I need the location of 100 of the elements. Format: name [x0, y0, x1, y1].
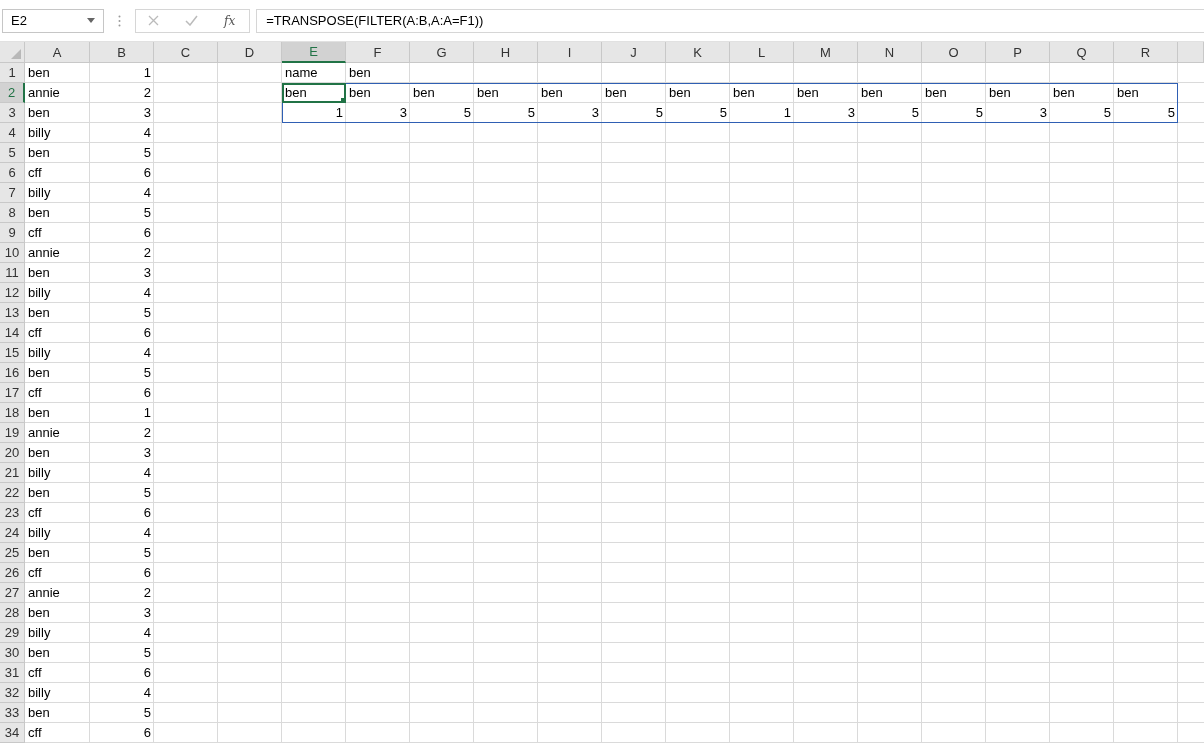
column-header[interactable]: A — [25, 42, 90, 63]
drag-handle-icon — [118, 14, 121, 27]
cell-value: 6 — [142, 224, 152, 242]
row-header[interactable]: 20 — [0, 443, 25, 463]
row-header[interactable]: 31 — [0, 663, 25, 683]
row-header[interactable]: 16 — [0, 363, 25, 383]
row-header[interactable]: 22 — [0, 483, 25, 503]
column-header[interactable]: B — [90, 42, 154, 63]
row-header[interactable]: 9 — [0, 223, 25, 243]
column-header[interactable]: C — [154, 42, 218, 63]
column-header[interactable]: M — [794, 42, 858, 63]
row-header[interactable]: 3 — [0, 103, 25, 123]
cell-value: 4 — [142, 684, 152, 702]
cell-value: ben — [27, 304, 51, 322]
column-header[interactable]: J — [602, 42, 666, 63]
row-header[interactable]: 34 — [0, 723, 25, 743]
column-header[interactable]: G — [410, 42, 474, 63]
cell-value: billy — [27, 624, 52, 642]
cell-value: 6 — [142, 164, 152, 182]
cancel-icon[interactable] — [148, 15, 159, 26]
fill-handle[interactable] — [341, 98, 346, 103]
row-header[interactable]: 8 — [0, 203, 25, 223]
cell-value: 3 — [538, 103, 602, 123]
row-header[interactable]: 26 — [0, 563, 25, 583]
row-header[interactable]: 11 — [0, 263, 25, 283]
row-header[interactable]: 28 — [0, 603, 25, 623]
cell-value: 3 — [142, 264, 152, 282]
row-header[interactable]: 15 — [0, 343, 25, 363]
cell-value: 6 — [142, 724, 152, 742]
row-header[interactable]: 1 — [0, 63, 25, 83]
cell-value: 4 — [142, 344, 152, 362]
row-header[interactable]: 10 — [0, 243, 25, 263]
cell-value: 4 — [142, 124, 152, 142]
insert-function-button[interactable]: fx — [224, 13, 236, 28]
select-all-button[interactable] — [0, 42, 25, 63]
cell-value: 3 — [142, 604, 152, 622]
row-header[interactable]: 17 — [0, 383, 25, 403]
column-header[interactable]: R — [1114, 42, 1178, 63]
cell-value: 5 — [142, 204, 152, 222]
row-header[interactable]: 24 — [0, 523, 25, 543]
cell-value: billy — [27, 684, 52, 702]
row-header[interactable]: 18 — [0, 403, 25, 423]
row-header[interactable]: 30 — [0, 643, 25, 663]
row-header[interactable]: 19 — [0, 423, 25, 443]
cell-value: ben — [27, 404, 51, 422]
active-cell[interactable]: ben — [282, 83, 346, 103]
column-header[interactable]: E — [282, 42, 346, 63]
cell-value: 2 — [142, 244, 152, 262]
column-header[interactable]: O — [922, 42, 986, 63]
checkmark-icon[interactable] — [185, 15, 198, 26]
cell-value: 6 — [142, 324, 152, 342]
row-header[interactable]: 12 — [0, 283, 25, 303]
cell-value: billy — [27, 464, 52, 482]
cell-value: 1 — [142, 404, 152, 422]
cell-value: ben — [666, 83, 730, 103]
row-header[interactable]: 4 — [0, 123, 25, 143]
cell-value: ben — [346, 83, 410, 103]
column-header[interactable]: H — [474, 42, 538, 63]
cell-value: 5 — [602, 103, 666, 123]
row-header[interactable]: 23 — [0, 503, 25, 523]
row-header[interactable]: 32 — [0, 683, 25, 703]
column-header[interactable]: I — [538, 42, 602, 63]
cell-value: 4 — [142, 624, 152, 642]
column-header[interactable]: F — [346, 42, 410, 63]
cell-value: cff — [27, 384, 43, 402]
column-header[interactable]: K — [666, 42, 730, 63]
row-header[interactable]: 25 — [0, 543, 25, 563]
formula-field[interactable]: =TRANSPOSE(FILTER(A:B,A:A=F1)) — [256, 8, 1204, 33]
row-header[interactable]: 2 — [0, 83, 25, 103]
cell-value: 3 — [794, 103, 858, 123]
row-header[interactable]: 29 — [0, 623, 25, 643]
row-header[interactable]: 33 — [0, 703, 25, 723]
cell-value: cff — [27, 164, 43, 182]
column-header[interactable]: P — [986, 42, 1050, 63]
cell-value: ben — [474, 83, 538, 103]
cell-value: ben — [986, 83, 1050, 103]
row-header[interactable]: 6 — [0, 163, 25, 183]
cell-value: 5 — [142, 704, 152, 722]
column-header[interactable]: D — [218, 42, 282, 63]
name-box[interactable]: E2 — [2, 8, 104, 33]
cell-value: name — [284, 64, 319, 82]
cell-value: annie — [27, 584, 61, 602]
column-header[interactable] — [1178, 42, 1204, 63]
row-header[interactable]: 27 — [0, 583, 25, 603]
cell-value: 5 — [142, 304, 152, 322]
cell-value: 2 — [142, 424, 152, 442]
row-header[interactable]: 13 — [0, 303, 25, 323]
column-header[interactable]: Q — [1050, 42, 1114, 63]
column-header[interactable]: L — [730, 42, 794, 63]
row-header[interactable]: 21 — [0, 463, 25, 483]
cell-value: ben — [27, 484, 51, 502]
row-header[interactable]: 5 — [0, 143, 25, 163]
cell-value: ben — [27, 64, 51, 82]
cell-value: cff — [27, 564, 43, 582]
row-header[interactable]: 7 — [0, 183, 25, 203]
row-header[interactable]: 14 — [0, 323, 25, 343]
cell-value: ben — [27, 704, 51, 722]
cell-value: ben — [27, 444, 51, 462]
cell-value: cff — [27, 504, 43, 522]
column-header[interactable]: N — [858, 42, 922, 63]
